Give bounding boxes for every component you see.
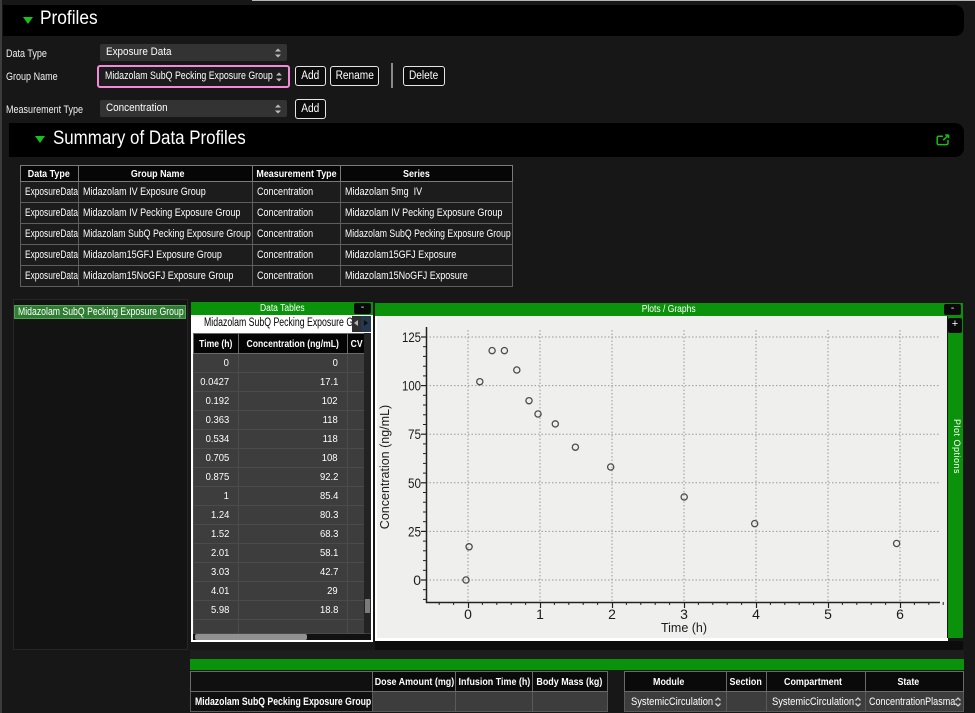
svg-text:1: 1 [536,606,544,622]
svg-text:5: 5 [824,606,832,622]
svg-text:75: 75 [408,426,421,442]
svg-text:3: 3 [680,606,688,622]
svg-text:0: 0 [464,606,472,622]
svg-text:2: 2 [608,606,616,622]
svg-text:25: 25 [408,523,421,539]
svg-text:Concentration (ng/mL): Concentration (ng/mL) [378,405,392,529]
svg-text:6: 6 [896,606,904,622]
svg-text:0: 0 [413,572,421,588]
svg-text:Time (h): Time (h) [661,621,707,635]
svg-text:125: 125 [402,329,421,345]
svg-text:4: 4 [752,606,760,622]
svg-text:50: 50 [408,475,421,491]
svg-text:100: 100 [402,378,421,394]
